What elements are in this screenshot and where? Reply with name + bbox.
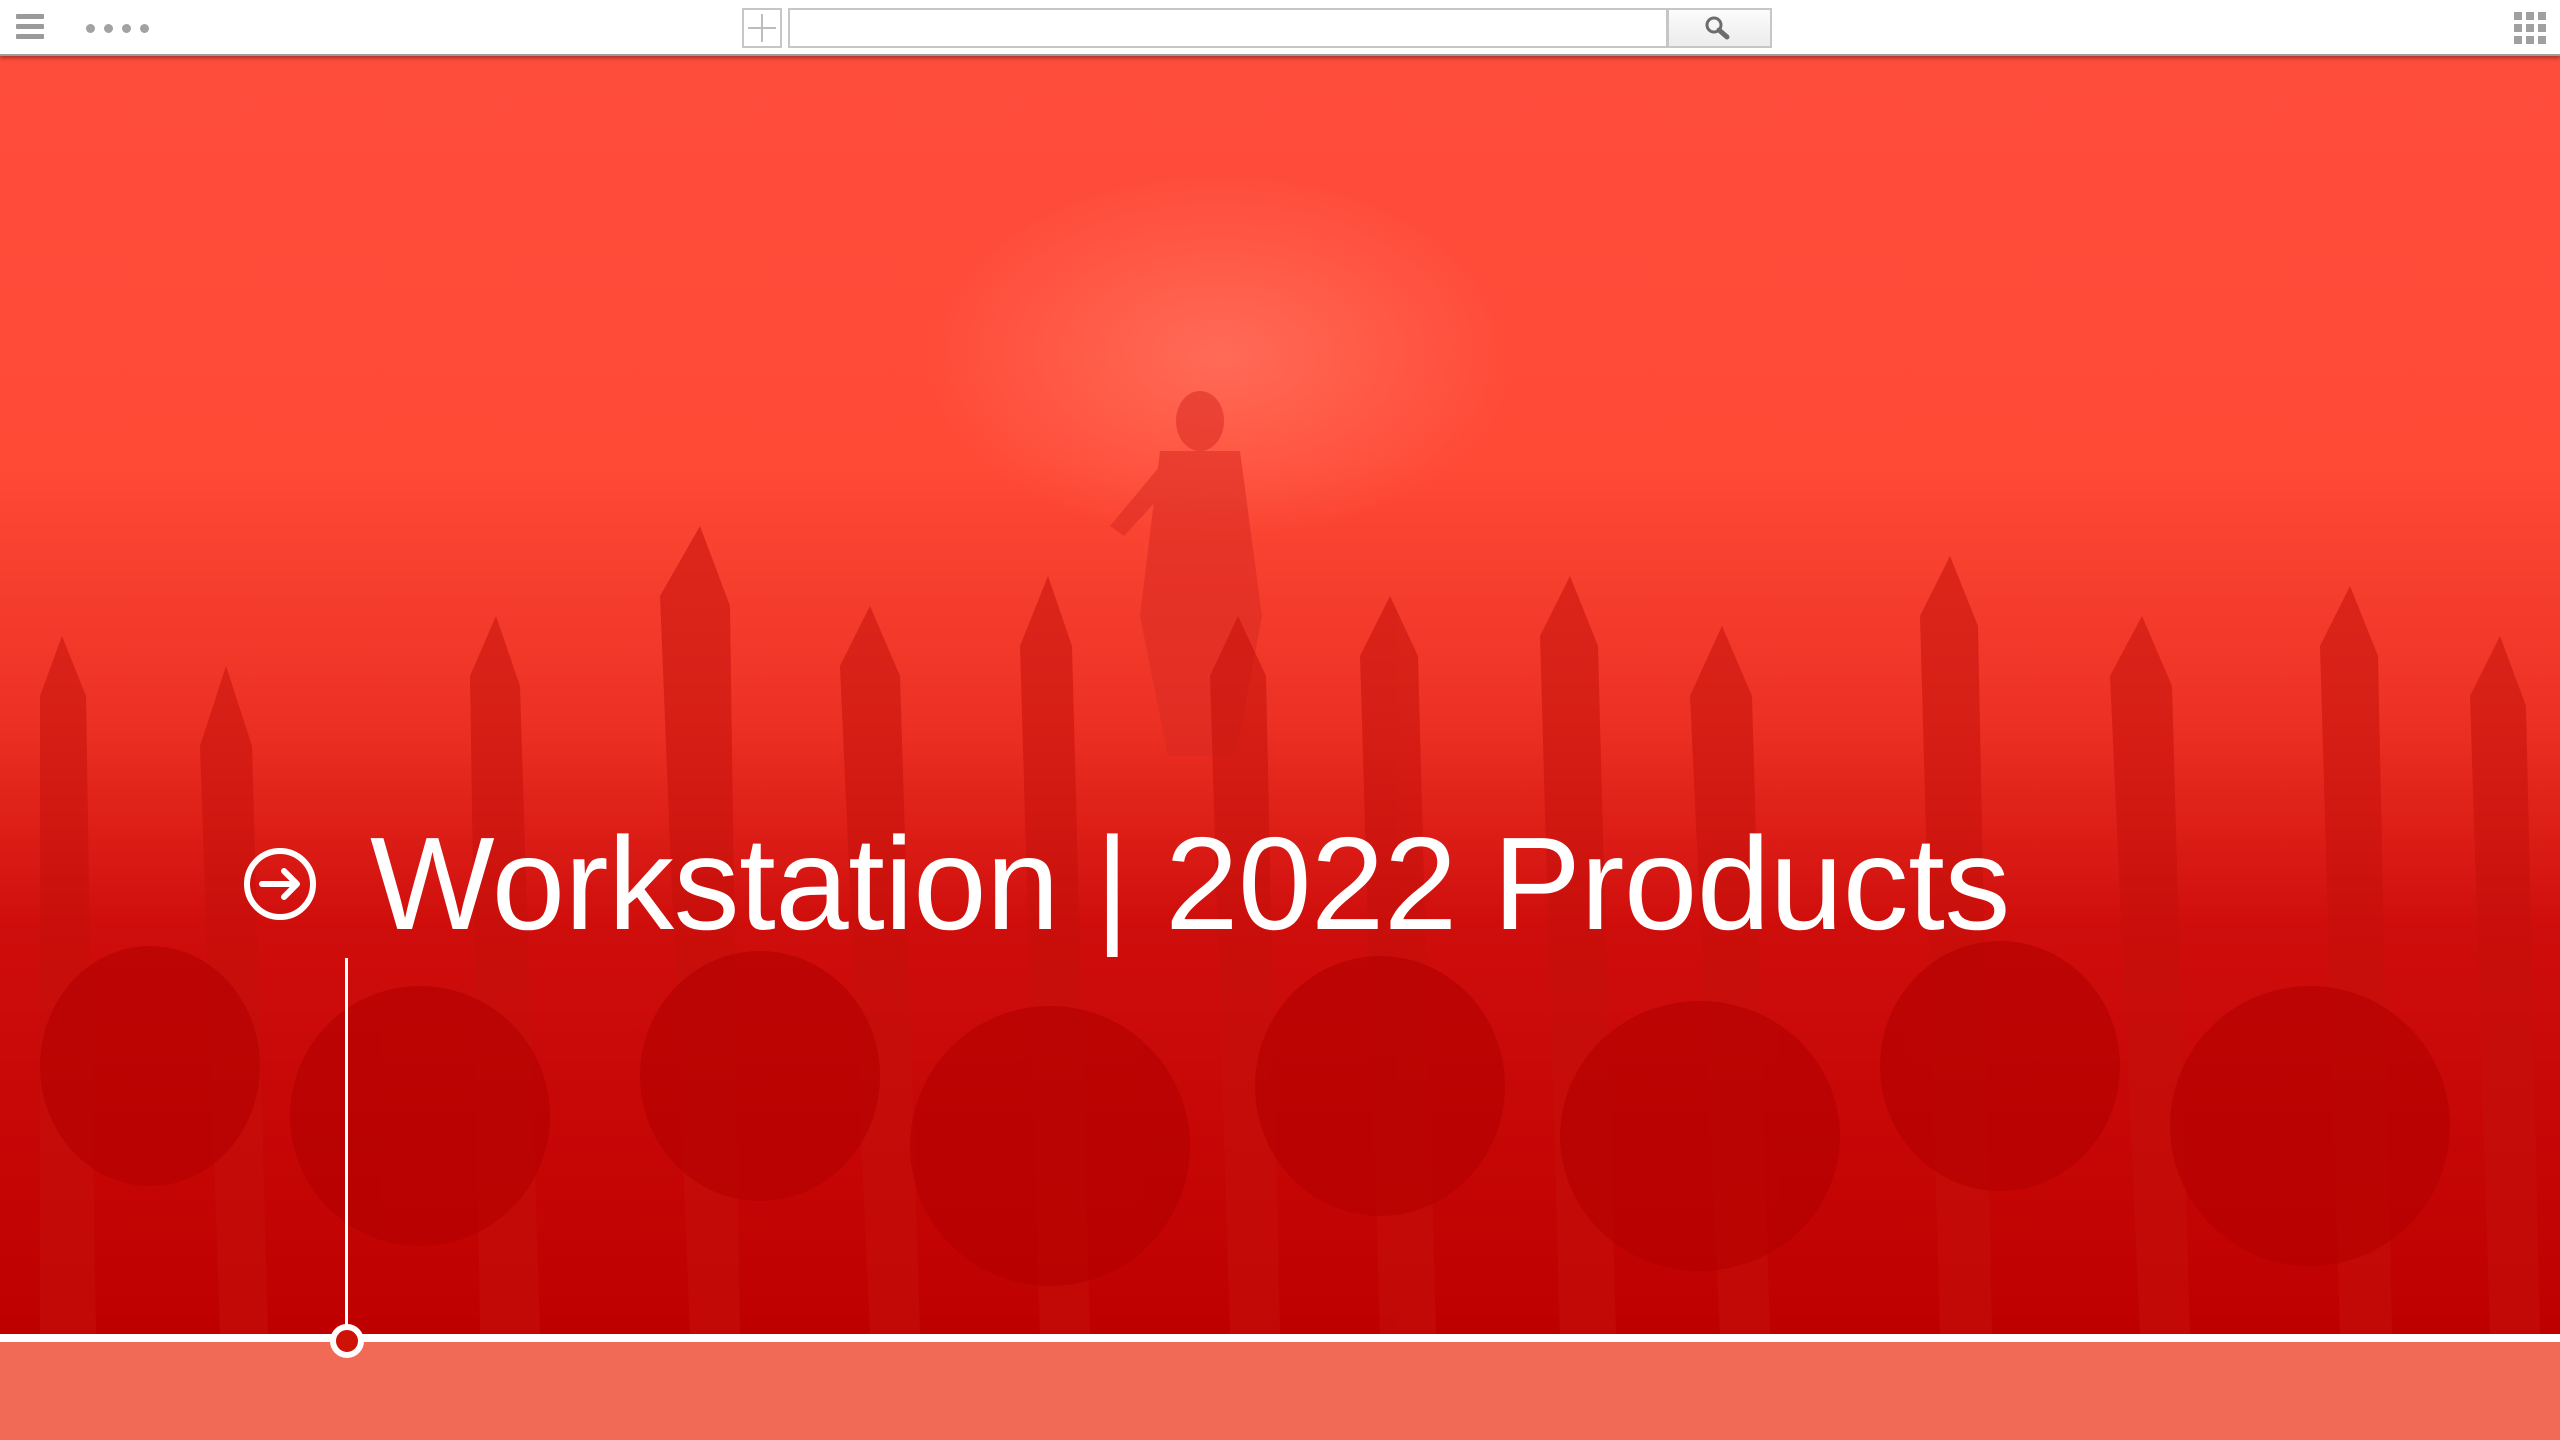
hero-title: Workstation | 2022 Products bbox=[370, 810, 2010, 957]
hero-banner: Workstation | 2022 Products bbox=[0, 56, 2560, 1334]
add-button[interactable] bbox=[742, 8, 782, 48]
bottom-strip bbox=[0, 1334, 2560, 1440]
circled-arrow-right-icon[interactable] bbox=[242, 846, 318, 922]
plus-icon bbox=[748, 14, 776, 42]
hamburger-menu-icon[interactable] bbox=[16, 14, 44, 40]
timeline-marker[interactable] bbox=[330, 1324, 364, 1358]
hero-title-row: Workstation | 2022 Products bbox=[242, 814, 2010, 954]
magnifier-icon bbox=[1705, 16, 1730, 40]
grid-apps-icon[interactable] bbox=[2514, 12, 2546, 44]
more-dots-icon[interactable] bbox=[86, 24, 152, 34]
concert-crowd-photo bbox=[40, 391, 2540, 1334]
timeline-connector-line bbox=[345, 958, 348, 1334]
page: Workstation | 2022 Products bbox=[0, 0, 2560, 1440]
timeline-rail bbox=[0, 1334, 2560, 1342]
search-button[interactable] bbox=[1668, 8, 1772, 48]
top-toolbar bbox=[0, 0, 2560, 56]
search-input[interactable] bbox=[788, 8, 1668, 48]
